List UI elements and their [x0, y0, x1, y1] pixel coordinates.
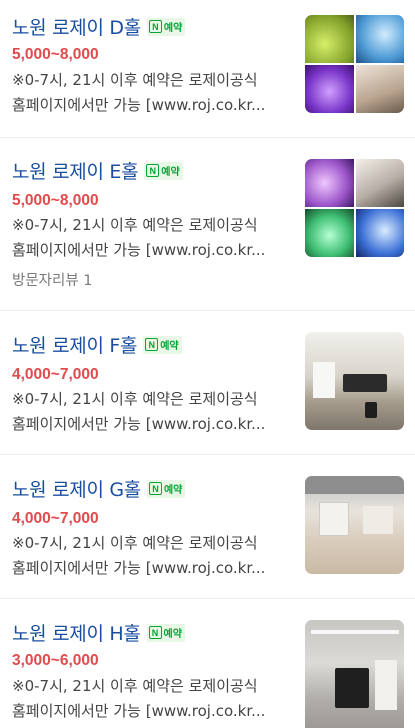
reservation-badge[interactable]: N 예약 — [146, 479, 186, 498]
thumbnail-detail — [363, 506, 393, 534]
reservation-badge[interactable]: N 예약 — [146, 17, 186, 36]
naver-n-icon: N — [145, 338, 159, 351]
title-row: 노원 로제이 F홀 N 예약 — [12, 331, 182, 358]
thumbnail-tile — [355, 15, 404, 63]
badge-label: 예약 — [161, 167, 180, 178]
thumbnail-detail — [335, 668, 369, 708]
thumbnail-tile — [355, 65, 404, 113]
thumbnail-detail — [305, 476, 404, 494]
description-line: 홈페이지에서만 가능 [www.roj.co.kr... — [12, 702, 266, 720]
badge-label: 예약 — [163, 629, 182, 640]
thumbnail-image[interactable] — [305, 15, 404, 113]
description-line: 홈페이지에서만 가능 [www.roj.co.kr... — [12, 241, 266, 259]
thumbnail-detail — [375, 660, 397, 710]
list-item[interactable]: 노원 로제이 H홀 N 예약 3,000~6,000 ※0-7시, 21시 이후… — [0, 600, 415, 728]
list-item[interactable]: 노원 로제이 E홀 N 예약 5,000~8,000 ※0-7시, 21시 이후… — [0, 139, 415, 311]
thumbnail-image[interactable] — [305, 620, 404, 728]
price: 4,000~7,000 — [12, 510, 99, 527]
thumbnail-tile — [305, 15, 354, 63]
thumbnail-tile — [305, 159, 354, 207]
list-item[interactable]: 노원 로제이 D홀 N 예약 5,000~8,000 ※0-7시, 21시 이후… — [0, 0, 415, 138]
price: 3,000~6,000 — [12, 652, 99, 669]
description-line: ※0-7시, 21시 이후 예약은 로제이공식 — [12, 677, 258, 695]
place-title[interactable]: 노원 로제이 H홀 — [12, 619, 141, 646]
title-row: 노원 로제이 E홀 N 예약 — [12, 157, 183, 184]
list-item[interactable]: 노원 로제이 G홀 N 예약 4,000~7,000 ※0-7시, 21시 이후… — [0, 456, 415, 599]
price: 4,000~7,000 — [12, 366, 99, 383]
description: ※0-7시, 21시 이후 예약은 로제이공식 홈페이지에서만 가능 [www.… — [12, 213, 294, 263]
description-line: ※0-7시, 21시 이후 예약은 로제이공식 — [12, 534, 258, 552]
naver-n-icon: N — [148, 20, 162, 33]
naver-n-icon: N — [148, 482, 162, 495]
reservation-badge[interactable]: N 예약 — [144, 161, 183, 180]
naver-n-icon: N — [146, 164, 160, 177]
price: 5,000~8,000 — [12, 192, 99, 209]
description-line: ※0-7시, 21시 이후 예약은 로제이공식 — [12, 216, 258, 234]
price: 5,000~8,000 — [12, 46, 99, 63]
thumbnail-image[interactable] — [305, 476, 404, 574]
thumbnail-detail — [313, 362, 335, 398]
description-line: ※0-7시, 21시 이후 예약은 로제이공식 — [12, 71, 258, 89]
naver-n-icon: N — [148, 626, 162, 639]
thumbnail-detail — [365, 402, 377, 418]
description-line: 홈페이지에서만 가능 [www.roj.co.kr... — [12, 415, 266, 433]
thumbnail-tile — [355, 209, 404, 257]
place-title[interactable]: 노원 로제이 G홀 — [12, 475, 141, 502]
description-line: ※0-7시, 21시 이후 예약은 로제이공식 — [12, 390, 258, 408]
description: ※0-7시, 21시 이후 예약은 로제이공식 홈페이지에서만 가능 [www.… — [12, 674, 294, 724]
thumbnail-detail — [311, 630, 399, 634]
title-row: 노원 로제이 D홀 N 예약 — [12, 13, 186, 40]
thumbnail-detail — [319, 502, 349, 536]
list-item[interactable]: 노원 로제이 F홀 N 예약 4,000~7,000 ※0-7시, 21시 이후… — [0, 312, 415, 455]
description: ※0-7시, 21시 이후 예약은 로제이공식 홈페이지에서만 가능 [www.… — [12, 68, 294, 118]
thumbnail-tile — [355, 159, 404, 207]
thumbnail-detail — [343, 374, 387, 392]
thumbnail-image[interactable] — [305, 159, 404, 257]
visitor-review-count[interactable]: 방문자리뷰 1 — [12, 269, 93, 290]
badge-label: 예약 — [163, 23, 183, 34]
description-line: 홈페이지에서만 가능 [www.roj.co.kr... — [12, 559, 266, 577]
reservation-badge[interactable]: N 예약 — [143, 335, 182, 354]
place-title[interactable]: 노원 로제이 F홀 — [12, 331, 138, 358]
thumbnail-image[interactable] — [305, 332, 404, 430]
description: ※0-7시, 21시 이후 예약은 로제이공식 홈페이지에서만 가능 [www.… — [12, 387, 294, 437]
description-line: 홈페이지에서만 가능 [www.roj.co.kr... — [12, 96, 266, 114]
badge-label: 예약 — [163, 485, 183, 496]
badge-label: 예약 — [160, 341, 179, 352]
reservation-badge[interactable]: N 예약 — [146, 623, 185, 642]
thumbnail-tile — [305, 209, 354, 257]
place-title[interactable]: 노원 로제이 E홀 — [12, 157, 139, 184]
title-row: 노원 로제이 H홀 N 예약 — [12, 619, 185, 646]
thumbnail-tile — [305, 65, 354, 113]
title-row: 노원 로제이 G홀 N 예약 — [12, 475, 186, 502]
place-title[interactable]: 노원 로제이 D홀 — [12, 13, 141, 40]
description: ※0-7시, 21시 이후 예약은 로제이공식 홈페이지에서만 가능 [www.… — [12, 531, 294, 581]
